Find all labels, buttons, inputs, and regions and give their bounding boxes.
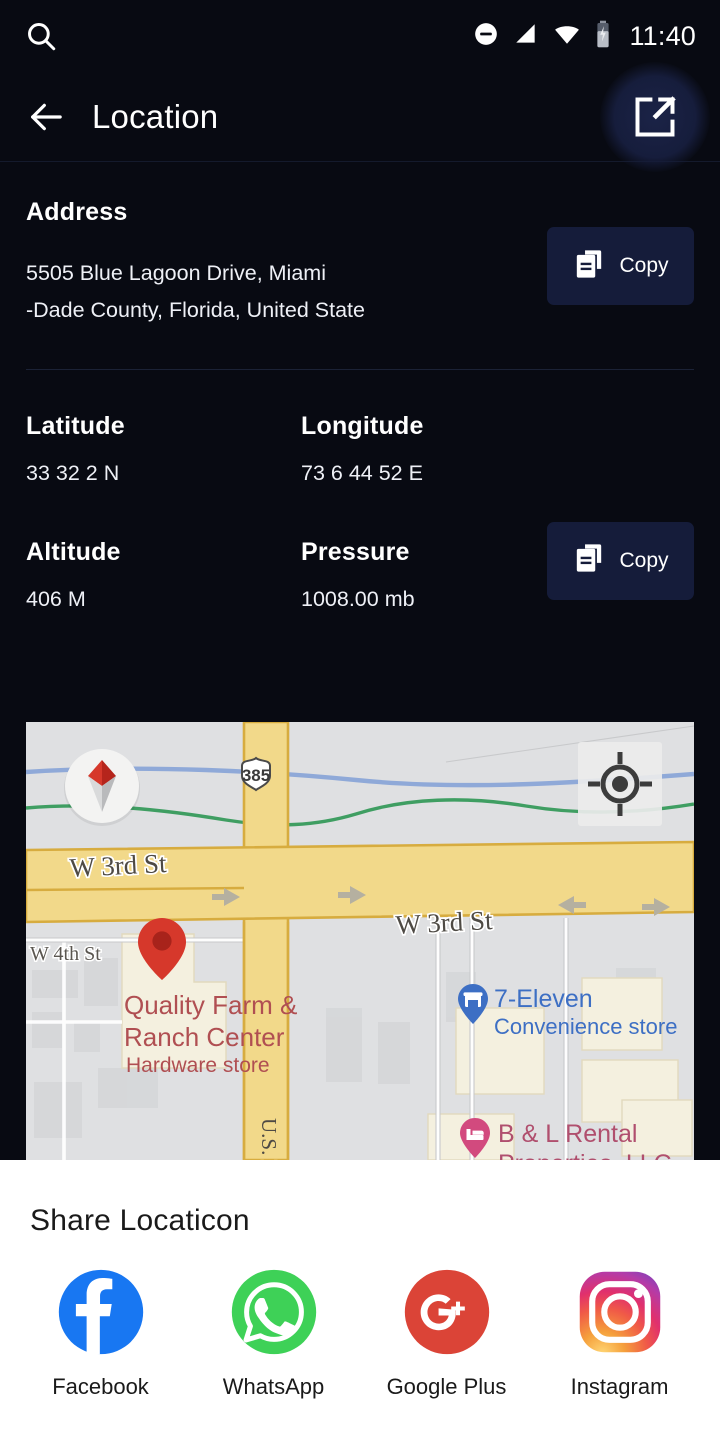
address-line-2: -Dade County, Florida, United State <box>26 297 365 322</box>
address-section: Address 5505 Blue Lagoon Drive, Miami -D… <box>26 198 694 329</box>
copy-address-button[interactable]: Copy <box>547 227 694 305</box>
copy-coordinates-label: Copy <box>619 548 669 572</box>
address-value: 5505 Blue Lagoon Drive, Miami -Dade Coun… <box>26 255 365 329</box>
share-label-google-plus: Google Plus <box>386 1374 507 1399</box>
map-view[interactable]: 385 W 3rd St W 3rd St W 4th St U.S. H Qu… <box>26 722 694 1160</box>
longitude-label: Longitude <box>301 411 424 440</box>
share-label-facebook: Facebook <box>52 1374 149 1399</box>
page-title: Location <box>92 97 219 135</box>
share-target-google-plus[interactable]: Google Plus <box>360 1266 533 1400</box>
svg-text:7-Eleven: 7-Eleven <box>494 985 593 1013</box>
share-label-instagram: Instagram <box>570 1374 669 1399</box>
map-highway-label: U.S. H <box>257 1118 281 1160</box>
share-target-whatsapp[interactable]: WhatsApp <box>187 1266 360 1400</box>
facebook-icon <box>55 1266 147 1358</box>
map-street-label-right: W 3rd St <box>395 905 494 940</box>
pressure-cell: Pressure 1008.00 mb <box>301 538 551 612</box>
wifi-icon <box>553 20 581 53</box>
svg-text:Hardware store: Hardware store <box>126 1054 270 1077</box>
copy-icon <box>572 541 606 580</box>
altitude-cell: Altitude 406 M <box>26 538 301 612</box>
map-street-label-top: W 3rd St <box>69 848 168 883</box>
svg-text:Convenience store: Convenience store <box>494 1014 677 1039</box>
latitude-cell: Latitude 33 32 2 N <box>26 412 301 486</box>
svg-text:Quality Farm &: Quality Farm & <box>124 990 297 1020</box>
share-bottom-sheet: Share Locaticon Facebook WhatsApp Google… <box>0 1160 720 1450</box>
google-plus-icon <box>401 1266 493 1358</box>
share-targets-list: Facebook WhatsApp Google Plus Instagram <box>0 1266 720 1400</box>
copy-coordinates-button[interactable]: Copy <box>547 521 694 600</box>
coordinates-section: Latitude 33 32 2 N Longitude 73 6 44 52 … <box>26 412 694 612</box>
status-time: 11:40 <box>629 20 696 51</box>
longitude-cell: Longitude 73 6 44 52 E <box>301 412 551 486</box>
address-label: Address <box>26 198 128 226</box>
svg-text:Properties, LLC: Properties, LLC <box>498 1150 672 1160</box>
status-icons: 11:40 <box>473 20 696 53</box>
instagram-icon <box>574 1266 666 1358</box>
status-bar: 11:40 <box>0 0 720 72</box>
pressure-label: Pressure <box>301 537 410 566</box>
share-sheet-title: Share Locaticon <box>30 1204 250 1237</box>
latitude-label: Latitude <box>26 411 125 440</box>
search-icon[interactable] <box>24 19 58 53</box>
share-label-whatsapp: WhatsApp <box>222 1374 325 1399</box>
copy-address-label: Copy <box>619 254 669 277</box>
highway-shield-label: 385 <box>242 766 270 785</box>
address-line-1: 5505 Blue Lagoon Drive, Miami <box>26 261 326 285</box>
app-bar: Location <box>0 61 720 172</box>
whatsapp-icon <box>228 1266 320 1358</box>
location-details: Address 5505 Blue Lagoon Drive, Miami -D… <box>0 198 720 612</box>
svg-text:B & L Rental: B & L Rental <box>498 1120 637 1148</box>
cellular-signal-icon <box>513 21 539 52</box>
section-divider <box>26 368 694 370</box>
altitude-value: 406 M <box>26 586 86 611</box>
copy-icon <box>572 247 606 286</box>
my-location-icon <box>578 742 662 826</box>
map-street-label-left: W 4th St <box>30 943 101 965</box>
pressure-value: 1008.00 mb <box>301 586 415 611</box>
battery-charging-icon <box>595 20 611 53</box>
compass-icon <box>64 749 140 826</box>
altitude-label: Altitude <box>26 537 121 566</box>
arrow-left-icon[interactable] <box>24 95 68 139</box>
do-not-disturb-icon <box>473 21 499 52</box>
latitude-value: 33 32 2 N <box>26 460 120 485</box>
share-target-facebook[interactable]: Facebook <box>14 1266 187 1400</box>
longitude-value: 73 6 44 52 E <box>301 460 423 485</box>
svg-text:Ranch Center: Ranch Center <box>124 1022 285 1052</box>
open-in-new-icon[interactable] <box>600 61 710 172</box>
share-target-instagram[interactable]: Instagram <box>533 1266 706 1400</box>
